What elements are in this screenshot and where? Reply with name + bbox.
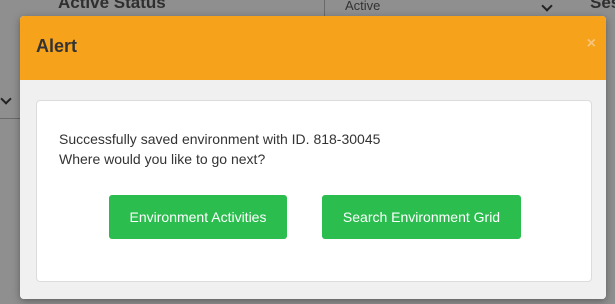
divider [0, 118, 22, 119]
active-status-select-value: Active [345, 0, 381, 13]
active-status-select[interactable]: Active [324, 0, 559, 16]
alert-message: Successfully saved environment with ID. … [59, 129, 380, 169]
chevron-down-icon [0, 93, 12, 105]
search-environment-grid-button[interactable]: Search Environment Grid [322, 195, 521, 239]
session-label: Ses [590, 0, 615, 12]
success-message: Successfully saved environment with ID. … [59, 131, 381, 147]
close-icon[interactable]: × [587, 36, 596, 52]
environment-activities-button[interactable]: Environment Activities [109, 195, 287, 239]
modal-header: Alert × [20, 16, 606, 80]
active-status-label: Active Status [58, 0, 166, 12]
alert-modal: Alert × Successfully saved environment w… [20, 16, 606, 299]
next-step-question: Where would you like to go next? [59, 151, 266, 167]
modal-title: Alert [36, 36, 78, 56]
message-panel: Successfully saved environment with ID. … [36, 100, 592, 282]
chevron-down-icon [541, 0, 553, 12]
